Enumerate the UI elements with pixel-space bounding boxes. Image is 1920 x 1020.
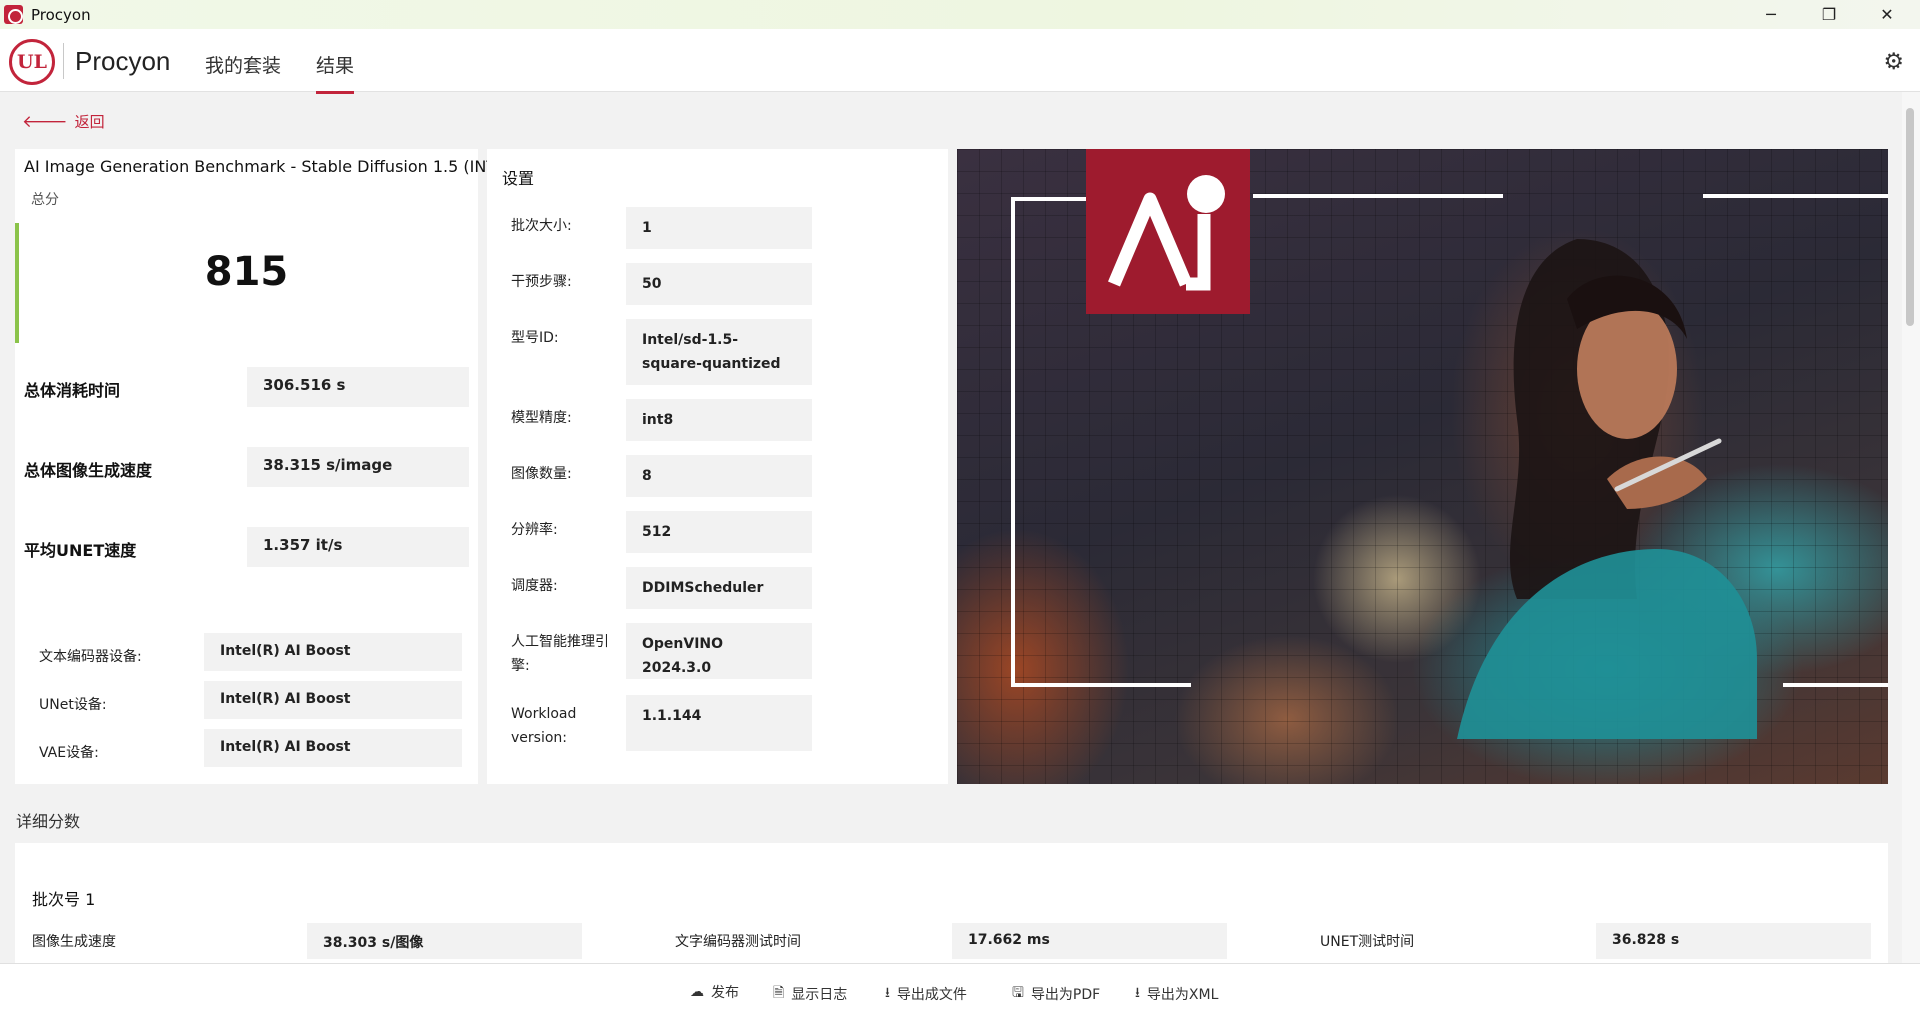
export-xml-label: 导出为XML [1146,987,1219,1003]
metric-label-image-speed: 总体图像生成速度 [24,461,153,480]
tab-my-suites[interactable]: 我的套装 [205,51,281,78]
back-link[interactable]: 🡐 返回 [22,111,105,132]
detail-label-text-encoder-time: 文字编码器测试时间 [675,934,801,950]
export-file-button[interactable]: ⭳ 导出成文件 [885,982,967,1006]
device-value-unet: Intel(R) AI Boost [204,681,462,719]
show-log-button[interactable]: 🗎 显示日志 [773,982,847,1006]
detail-value-text-encoder-time: 17.662 ms [952,923,1227,959]
device-label-text-encoder: 文本编码器设备: [39,649,142,665]
metric-value-image-speed: 38.315 s/image [247,447,469,487]
setting-value-batch-size: 1 [626,207,812,249]
setting-value-inference-engine: OpenVINO 2024.3.0 [626,623,812,679]
export-file-label: 导出成文件 [896,987,967,1003]
frame-line [1253,194,1503,198]
frame-line [1011,683,1191,687]
setting-label-batch-size: 批次大小: [511,218,572,234]
setting-value-precision: int8 [626,399,812,441]
metric-label-unet-speed: 平均UNET速度 [24,541,137,560]
setting-value-scheduler: DDIMScheduler [626,567,812,609]
setting-label-image-count: 图像数量: [511,466,572,482]
frame-line [1703,194,1888,198]
setting-label-inference-engine: 人工智能推理引擎: [511,634,609,674]
batch-title: 批次号 1 [32,890,96,909]
detail-value-image-speed: 38.303 s/图像 [307,923,582,959]
woman-figure-illustration [1457,239,1757,739]
setting-label-precision: 模型精度: [511,410,572,426]
export-pdf-label: 导出为PDF [1030,987,1101,1003]
logo-divider [63,43,64,79]
total-score: 815 [204,249,289,295]
metric-value-total-time: 306.516 s [247,367,469,407]
minimize-button[interactable]: ─ [1742,0,1800,29]
ul-logo-text: UL [17,51,47,73]
app-header: UL Procyon 我的套装 结果 ⚙ [0,29,1920,94]
detail-scores-heading: 详细分数 [16,812,81,831]
setting-label-resolution: 分辨率: [511,522,558,538]
detail-label-image-speed: 图像生成速度 [32,934,116,950]
download-icon: ⭳ [1135,985,1140,1001]
export-xml-button[interactable]: ⭳ 导出为XML [1135,982,1218,1006]
summary-card: AI Image Generation Benchmark - Stable D… [15,149,513,784]
setting-label-scheduler: 调度器: [511,578,558,594]
close-button[interactable]: ✕ [1858,0,1916,29]
setting-value-resolution: 512 [626,511,812,553]
gear-icon[interactable]: ⚙ [1883,49,1904,75]
document-icon: 🗎 [773,985,785,1001]
benchmark-title: AI Image Generation Benchmark - Stable D… [24,157,513,176]
frame-line [1011,197,1015,687]
tab-results[interactable]: 结果 [316,51,355,94]
settings-card: 设置 批次大小: 1 干预步骤: 50 型号ID: Intel/sd-1.5-s… [487,149,948,784]
arrow-left-icon: 🡐 [22,111,68,132]
device-value-vae: Intel(R) AI Boost [204,729,462,767]
export-pdf-button[interactable]: 🖫 导出为PDF [1012,982,1100,1006]
brand-name: Procyon [75,46,171,76]
restore-button[interactable]: ❐ [1800,0,1858,29]
window-title: Procyon [31,5,91,24]
device-label-unet: UNet设备: [39,697,107,713]
ul-logo: UL [9,39,55,85]
cloud-upload-icon: ☁ [690,984,704,1000]
app-power-icon [4,5,23,24]
download-icon: ⭳ [885,985,890,1001]
setting-value-steps: 50 [626,263,812,305]
setting-value-image-count: 8 [626,455,812,497]
setting-value-model-id: Intel/sd-1.5-square-quantized [626,319,812,385]
setting-value-workload-version: 1.1.144 [626,695,812,751]
settings-title: 设置 [502,169,535,188]
publish-label: 发布 [711,985,739,1001]
ai-logo-glyph [1108,175,1225,291]
setting-label-steps: 干预步骤: [511,274,572,290]
frame-line [1783,683,1888,687]
footer-toolbar: ☁ 发布 🗎 显示日志 ⭳ 导出成文件 🖫 导出为PDF ⭳ 导出为XML [0,963,1920,1020]
ai-logo-icon [1086,149,1250,314]
score-label: 总分 [31,192,59,208]
metric-label-total-time: 总体消耗时间 [24,381,121,400]
publish-button[interactable]: ☁ 发布 [690,982,739,1002]
back-label: 返回 [74,113,105,131]
device-label-vae: VAE设备: [39,745,99,761]
save-icon: 🖫 [1012,985,1024,1001]
window-titlebar: Procyon ─ ❐ ✕ [0,0,1920,29]
detail-value-unet-time: 36.828 s [1596,923,1871,959]
detail-scores-card: 批次号 1 图像生成速度 38.303 s/图像 文字编码器测试时间 17.66… [15,843,1888,963]
detail-label-unet-time: UNET测试时间 [1320,934,1415,950]
scrollbar-thumb[interactable] [1906,108,1914,326]
show-log-label: 显示日志 [791,987,848,1003]
device-value-text-encoder: Intel(R) AI Boost [204,633,462,671]
metric-value-unet-speed: 1.357 it/s [247,527,469,567]
setting-label-model-id: 型号ID: [511,330,559,346]
benchmark-hero-image [957,149,1888,784]
setting-label-workload-version: Workload version: [511,706,577,746]
